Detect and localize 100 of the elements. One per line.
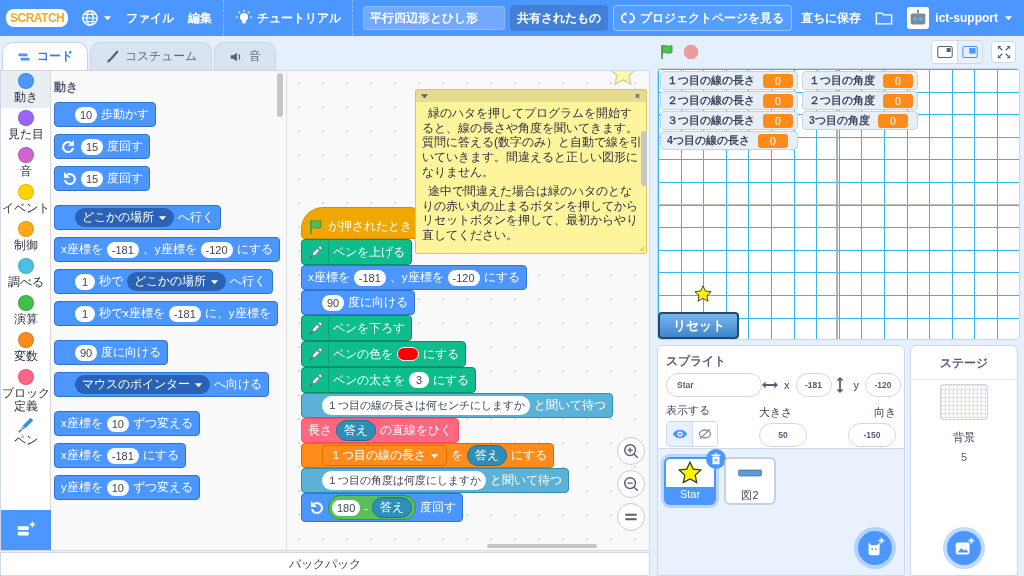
answer-reporter[interactable]: 答え (336, 420, 376, 441)
custom-block[interactable]: 長さ 答え の直線をひく (301, 418, 459, 443)
sensing-block[interactable]: １つ目の角度は何度にしますか と聞いて待つ (301, 468, 569, 493)
resize-handle-icon[interactable] (637, 243, 645, 252)
category-item[interactable]: ブロック定義 (1, 367, 50, 415)
zoom-reset-button[interactable] (617, 503, 645, 531)
color-input[interactable] (397, 347, 419, 361)
motion-block[interactable]: 1 秒で どこかの場所 へ行く (54, 269, 273, 294)
motion-block[interactable]: 90 度に向ける (301, 290, 416, 315)
fullscreen-button[interactable] (991, 41, 1016, 63)
category-item[interactable]: 動き (1, 71, 50, 108)
stop-icon[interactable] (683, 44, 699, 60)
add-extension-button[interactable] (1, 510, 51, 550)
number-input[interactable]: -120 (200, 241, 233, 258)
category-item[interactable]: 音 (1, 145, 50, 182)
direction-field[interactable]: -150 (848, 423, 896, 447)
category-item[interactable]: イベント (1, 182, 50, 219)
motion-block[interactable]: x座標を 10 ずつ変える (54, 411, 200, 436)
show-button[interactable] (667, 422, 692, 446)
answer-reporter[interactable]: 答え (467, 445, 507, 466)
dropdown-menu[interactable]: どこかの場所 (127, 272, 226, 291)
category-item[interactable]: 調べる (1, 256, 50, 293)
number-input[interactable]: -181 (106, 447, 139, 464)
star-sprite[interactable] (694, 285, 712, 303)
text-input[interactable]: １つ目の角度は何度にしますか (322, 471, 486, 490)
block-text: と聞いて待つ (534, 398, 606, 413)
comment-text: 緑のハタを押してプログラムを開始すると、線の長さや角度を聞いてきます。質問に答える(数字のみ）と自動で線を引いていきます。間違えると正しい図形になりません。 (422, 106, 642, 180)
block-text: - (364, 501, 369, 514)
number-input[interactable]: 1 (75, 273, 95, 290)
scrollbar[interactable] (487, 544, 597, 548)
motion-block[interactable]: y座標を 10 ずつ変える (54, 475, 200, 500)
small-stage-button[interactable] (932, 41, 957, 63)
block-text: x座標を (61, 242, 103, 257)
motion-block[interactable]: 10 歩動かす (54, 102, 157, 127)
category-item[interactable]: 演算 (1, 293, 50, 330)
caret-icon (430, 452, 439, 459)
y-field[interactable]: -120 (865, 373, 901, 397)
backdrop-count: 5 (960, 451, 968, 463)
number-input[interactable]: 10 (106, 479, 129, 496)
add-backdrop-button[interactable] (947, 531, 981, 565)
variable-block[interactable]: １つ目の線の長さ を 答え にする (301, 443, 554, 468)
motion-block[interactable]: 15 度回す (54, 134, 151, 159)
number-input[interactable]: -120 (447, 269, 480, 286)
dropdown-menu[interactable]: どこかの場所 (75, 208, 174, 227)
hide-button[interactable] (692, 422, 717, 446)
motion-block[interactable]: 15 度回す (54, 166, 151, 191)
backdrop-thumbnail[interactable] (940, 384, 988, 420)
editor-tab[interactable]: 音 (214, 42, 276, 70)
motion-block[interactable]: x座標を -181 にする (54, 443, 186, 468)
operator-block[interactable]: 180 - 答え (328, 495, 417, 520)
x-field[interactable]: -181 (795, 373, 832, 397)
number-input[interactable]: 10 (75, 106, 98, 123)
number-input[interactable]: -181 (168, 305, 201, 322)
motion-block[interactable]: 1 秒でx座標を -181 に、y座標を (54, 301, 278, 326)
motion-block[interactable]: どこかの場所 へ行く (54, 205, 221, 230)
zoom-out-button[interactable] (617, 470, 645, 498)
number-input[interactable]: -181 (106, 241, 139, 258)
motion-block[interactable]: 90 度に向ける (54, 340, 169, 365)
editor-tab[interactable]: コスチューム (90, 42, 212, 70)
category-item[interactable]: 変数 (1, 330, 50, 367)
number-input[interactable]: 3 (409, 372, 429, 388)
motion-block[interactable]: x座標を -181 、y座標を -120 にする (301, 265, 527, 290)
delete-button[interactable] (706, 449, 726, 469)
monitor-label: １つ目の角度 (809, 73, 875, 88)
number-input[interactable]: 15 (81, 138, 104, 155)
size-field[interactable]: 50 (759, 423, 807, 447)
text-input[interactable]: １つ目の線の長さは何センチにしますか (322, 396, 530, 415)
motion-block[interactable]: マウスのポインター へ向ける (54, 372, 269, 397)
scrollbar[interactable] (277, 73, 283, 117)
block-text: にする (423, 346, 459, 362)
sprite-tile[interactable]: 図2 (724, 457, 776, 505)
sensing-block[interactable]: １つ目の線の長さは何センチにしますか と聞いて待つ (301, 393, 613, 418)
answer-reporter[interactable]: 答え (372, 497, 413, 518)
number-input[interactable]: 15 (81, 170, 104, 187)
sprite-name-field[interactable]: Star (666, 373, 762, 397)
brush-icon (105, 49, 119, 64)
flag-icon[interactable] (659, 44, 675, 60)
scrollbar[interactable] (641, 131, 647, 186)
pen-block[interactable]: ペンの太さを 3 にする (301, 367, 476, 393)
category-item[interactable]: ペン (1, 414, 50, 452)
motion-block[interactable]: 180 - 答え 度回す (301, 493, 464, 522)
editor-tab[interactable]: コード (2, 42, 88, 70)
category-item[interactable]: 制御 (1, 219, 50, 256)
number-input[interactable]: 1 (75, 305, 95, 322)
shared-button[interactable]: 共有されたもの (510, 5, 609, 31)
category-item[interactable]: 見た目 (1, 108, 50, 145)
monitor-value: 0 (883, 73, 913, 88)
add-sprite-button[interactable] (858, 531, 892, 565)
number-input[interactable]: 10 (106, 415, 129, 432)
number-input[interactable]: 180 (332, 499, 361, 516)
number-input[interactable]: -181 (353, 269, 386, 286)
zoom-in-button[interactable] (617, 437, 645, 465)
number-input[interactable]: 90 (75, 344, 98, 361)
comment-note[interactable]: 緑のハタを押してプログラムを開始すると、線の長さや角度を聞いてきます。質問に答える(数字のみ）と自動で線を引いていきます。間違えると正しい図形になりません。 途中で間違えた場合は緑のハタのとなりの赤い丸の止まるボタンを押してからリセットボタンを押して、最初からやり直してください。 (415, 89, 647, 254)
block-text: 度回す (107, 171, 144, 186)
block-text: にする (236, 242, 273, 257)
number-input[interactable]: 90 (322, 294, 345, 311)
dropdown-menu[interactable]: マウスのポインター (75, 375, 210, 394)
motion-block[interactable]: x座標を -181 、y座標を -120 にする (54, 237, 280, 262)
backpack-header[interactable]: バックパック (289, 555, 361, 573)
